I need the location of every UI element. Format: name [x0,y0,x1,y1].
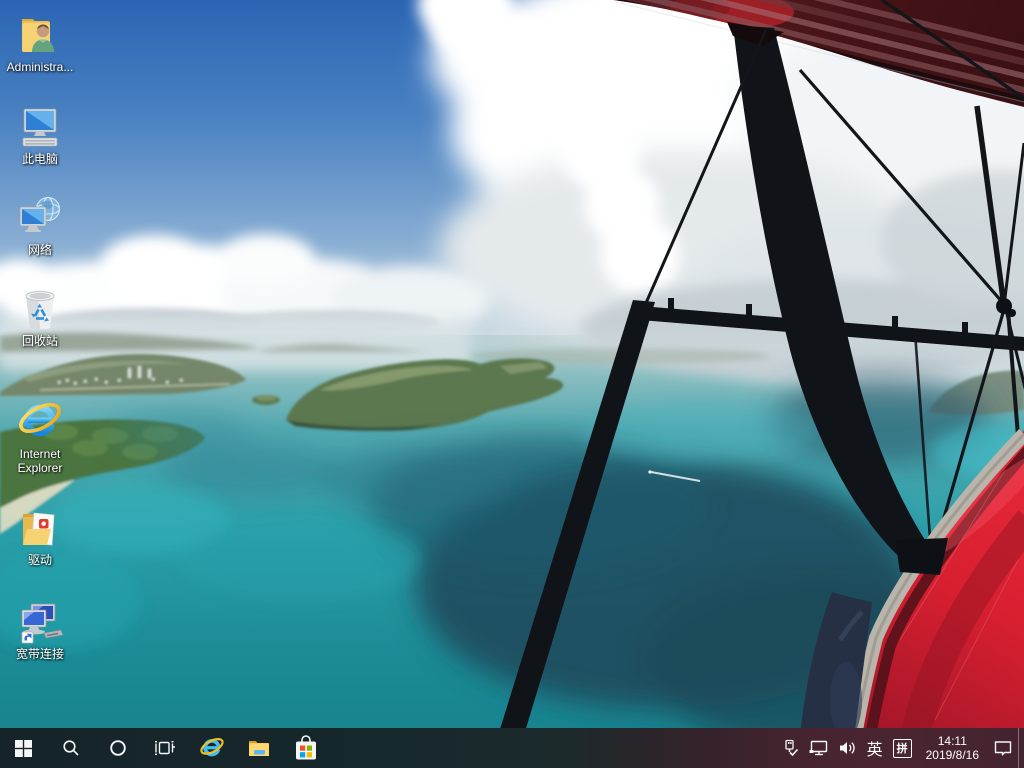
driver-folder-icon [16,503,64,551]
broadband-connection-icon [16,597,64,645]
ie-icon [199,735,225,761]
desktop-icon-label: 此电脑 [2,152,78,166]
task-view-icon [155,739,175,757]
desktop-icon-label: Internet Explorer [2,447,78,475]
volume-tray-icon[interactable] [834,728,862,768]
action-center-button[interactable] [988,728,1018,768]
desktop-icon-internet-explorer[interactable]: Internet Explorer [2,397,78,475]
user-folder-icon [16,10,64,58]
taskbar-clock[interactable]: 14:11 2019/8/16 [917,728,988,768]
this-pc-icon [16,102,64,150]
desktop-icon-label: 网络 [2,243,78,257]
taskbar-file-explorer[interactable] [235,728,282,768]
taskbar: 英 拼 14:11 2019/8/16 [0,728,1024,768]
ime-pinyin-badge: 拼 [893,739,912,758]
recycle-bin-icon [16,284,64,332]
desktop-icon-broadband[interactable]: 宽带连接 [2,597,78,661]
desktop-icon-network[interactable]: 网络 [2,193,78,257]
wallpaper-image [0,0,1024,768]
ime-mode-indicator[interactable]: 拼 [888,728,917,768]
taskbar-internet-explorer[interactable] [188,728,235,768]
ethernet-network-icon [809,739,829,757]
folder-icon [247,736,271,760]
desktop-icon-label: 回收站 [2,334,78,348]
task-view-button[interactable] [141,728,188,768]
cortana-button[interactable] [94,728,141,768]
action-center-icon [993,740,1013,757]
internet-explorer-icon [16,397,64,445]
taskbar-microsoft-store[interactable] [282,728,329,768]
show-desktop-button[interactable] [1018,728,1024,768]
desktop-icon-administrator[interactable]: Administra... [2,10,78,74]
clock-time: 14:11 [938,734,967,748]
desktop-icon-this-pc[interactable]: 此电脑 [2,102,78,166]
store-bag-icon [294,735,318,761]
desktop-icon-label: 驱动 [2,553,78,567]
desktop-icon-driver-folder[interactable]: 驱动 [2,503,78,567]
network-globe-icon [16,193,64,241]
speaker-icon [839,740,857,756]
windows-logo-icon [15,740,32,757]
language-indicator[interactable]: 英 [862,728,888,768]
system-tray: 英 拼 14:11 2019/8/16 [776,728,1024,768]
desktop-icon-label: 宽带连接 [2,647,78,661]
clock-date: 2019/8/16 [926,748,979,762]
start-button[interactable] [0,728,47,768]
desktop[interactable]: Administra... 此电脑 网络 [0,0,1024,768]
search-button[interactable] [47,728,94,768]
usb-safely-remove-icon [781,739,799,757]
desktop-icon-recycle-bin[interactable]: 回收站 [2,284,78,348]
cortana-circle-icon [109,739,127,757]
usb-safely-remove-tray-icon[interactable] [776,728,804,768]
network-tray-icon[interactable] [804,728,834,768]
desktop-icon-label: Administra... [2,60,78,74]
search-icon [62,739,80,757]
